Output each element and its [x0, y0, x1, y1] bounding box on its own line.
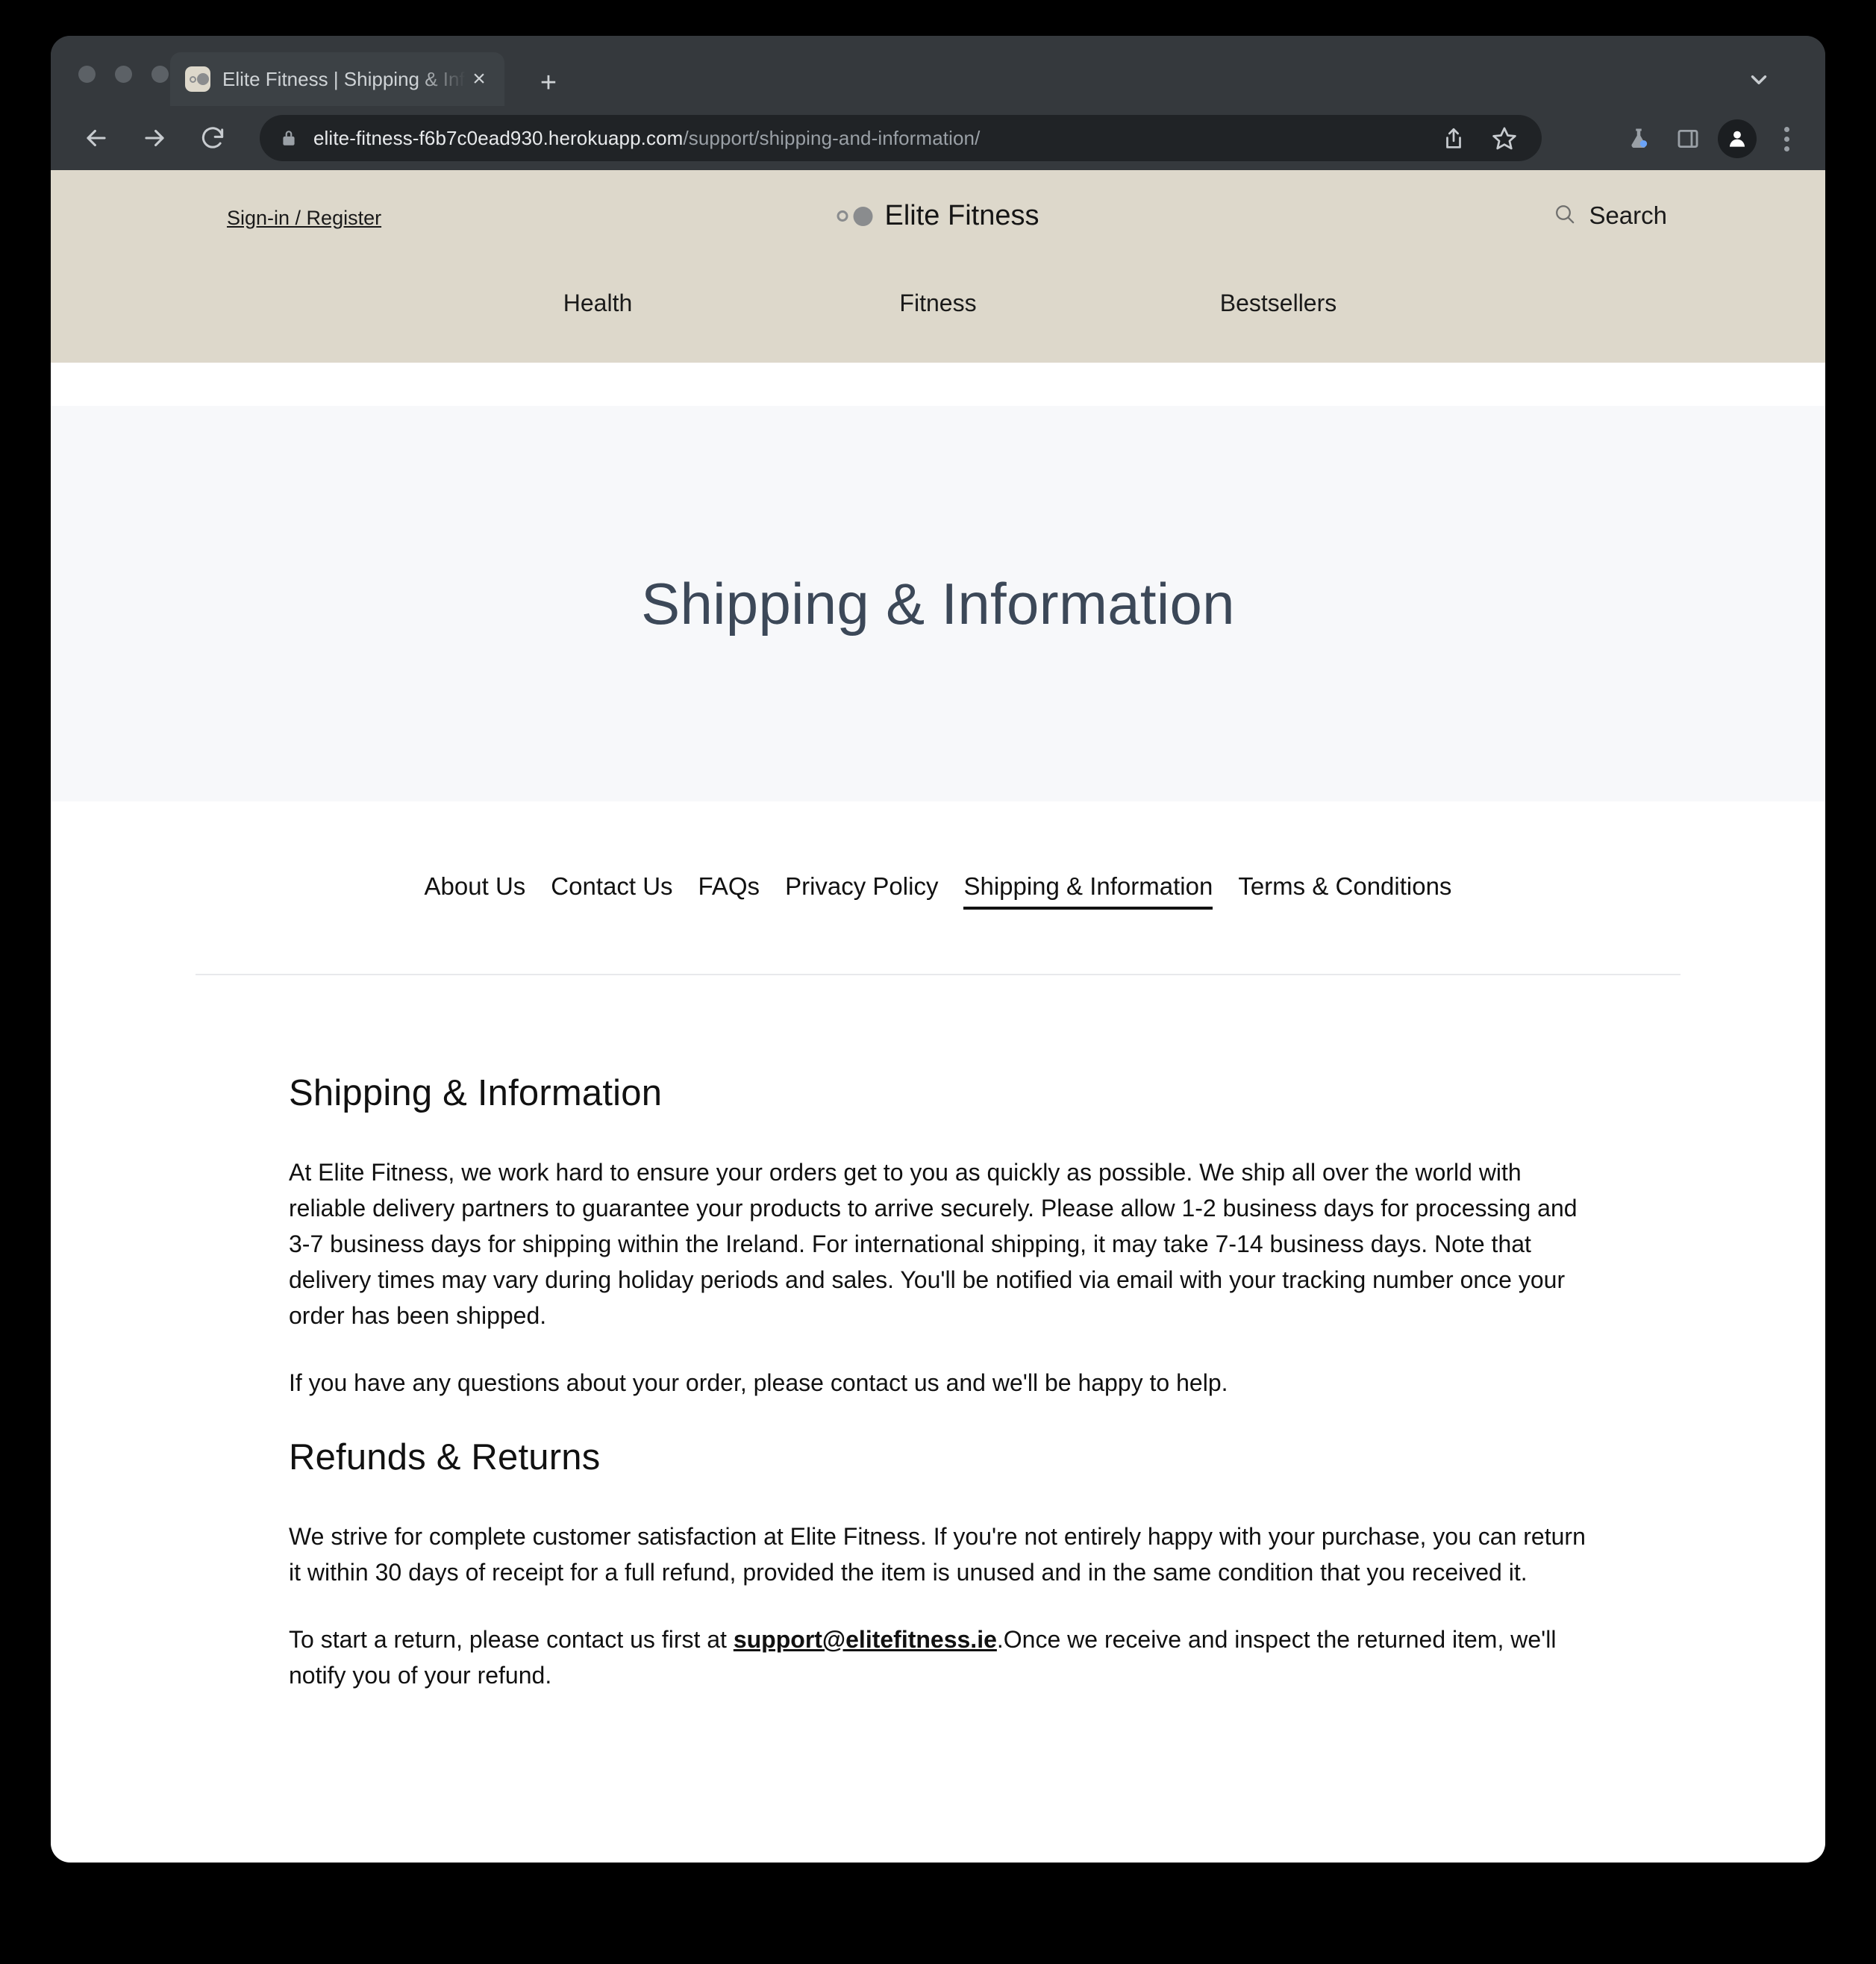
nav-item-health[interactable]: Health	[428, 290, 768, 317]
nav-item-bestsellers[interactable]: Bestsellers	[1108, 290, 1448, 317]
subnav-item-contact-us[interactable]: Contact Us	[551, 872, 672, 907]
article-paragraph-questions: If you have any questions about your ord…	[289, 1369, 1228, 1396]
screen: Elite Fitness | Shipping & Infor × + eli…	[0, 0, 1876, 1964]
site-logo[interactable]: Elite Fitness	[837, 200, 1039, 232]
subnav-item-privacy-policy[interactable]: Privacy Policy	[785, 872, 938, 907]
chevron-down-icon[interactable]	[1742, 63, 1776, 97]
browser-toolbar: elite-fitness-f6b7c0ead930.herokuapp.com…	[51, 106, 1825, 170]
article-paragraph-shipping: At Elite Fitness, we work hard to ensure…	[289, 1159, 1578, 1329]
omnibox-actions	[1434, 119, 1524, 158]
search-icon	[1553, 202, 1577, 230]
nav-item-fitness[interactable]: Fitness	[768, 290, 1108, 317]
side-panel-icon[interactable]	[1669, 119, 1707, 158]
favicon-icon	[185, 66, 210, 92]
reload-icon[interactable]	[190, 115, 236, 161]
url-path: /support/shipping-and-information/	[683, 126, 981, 149]
browser-window: Elite Fitness | Shipping & Infor × + eli…	[51, 36, 1825, 1863]
close-tab-icon[interactable]: ×	[466, 66, 493, 93]
back-arrow-icon[interactable]	[73, 115, 119, 161]
address-bar[interactable]: elite-fitness-f6b7c0ead930.herokuapp.com…	[260, 115, 1542, 161]
page-viewport: Sign-in / Register Elite Fitness Search …	[51, 170, 1825, 1863]
header-spacer	[51, 363, 1825, 406]
url-text: elite-fitness-f6b7c0ead930.herokuapp.com…	[313, 127, 980, 150]
subnav-item-terms-and-conditions[interactable]: Terms & Conditions	[1238, 872, 1451, 907]
support-subnav: About Us Contact Us FAQs Privacy Policy …	[51, 801, 1825, 910]
subnav-item-faqs[interactable]: FAQs	[698, 872, 760, 907]
site-header: Sign-in / Register Elite Fitness Search …	[51, 170, 1825, 363]
brand-name: Elite Fitness	[884, 200, 1039, 231]
profile-avatar-icon[interactable]	[1718, 119, 1757, 158]
article-heading-refunds: Refunds & Returns	[289, 1437, 601, 1477]
close-window-button[interactable]	[78, 66, 96, 83]
browser-tab[interactable]: Elite Fitness | Shipping & Infor ×	[170, 52, 504, 106]
hero-banner: Shipping & Information	[51, 406, 1825, 801]
kebab-menu-icon[interactable]	[1767, 119, 1806, 158]
subnav-item-about-us[interactable]: About Us	[425, 872, 526, 907]
subnav-item-shipping-and-information[interactable]: Shipping & Information	[963, 872, 1213, 910]
search-button[interactable]: Search	[1553, 201, 1667, 230]
url-domain: elite-fitness-f6b7c0ead930.herokuapp.com	[313, 126, 684, 149]
forward-arrow-icon[interactable]	[131, 115, 178, 161]
minimize-window-button[interactable]	[115, 66, 132, 83]
main-navigation: Health Fitness Bestsellers	[51, 290, 1825, 317]
article-heading-shipping: Shipping & Information	[289, 1073, 663, 1113]
maximize-window-button[interactable]	[151, 66, 169, 83]
article-paragraph-refunds: We strive for complete customer satisfac…	[289, 1523, 1586, 1586]
browser-tab-strip: Elite Fitness | Shipping & Infor × +	[51, 36, 1825, 106]
lock-icon	[279, 127, 298, 149]
article-content: Shipping & Information At Elite Fitness,…	[289, 975, 1587, 1693]
logo-mark-icon	[837, 206, 873, 226]
signin-register-link[interactable]: Sign-in / Register	[227, 207, 381, 230]
share-icon[interactable]	[1434, 119, 1473, 158]
tab-title: Elite Fitness | Shipping & Infor	[222, 67, 466, 90]
new-tab-button[interactable]: +	[528, 63, 569, 103]
article-paragraph-return-process: To start a return, please contact us fir…	[289, 1621, 1587, 1693]
toolbar-right-actions	[1619, 119, 1806, 158]
star-icon[interactable]	[1485, 119, 1524, 158]
support-email-link[interactable]: support@elitefitness.ie	[734, 1626, 997, 1653]
flask-icon[interactable]	[1619, 119, 1658, 158]
page-title: Shipping & Information	[641, 570, 1235, 637]
return-text-before: To start a return, please contact us fir…	[289, 1626, 734, 1653]
search-label: Search	[1589, 201, 1667, 229]
window-controls[interactable]	[78, 66, 169, 83]
